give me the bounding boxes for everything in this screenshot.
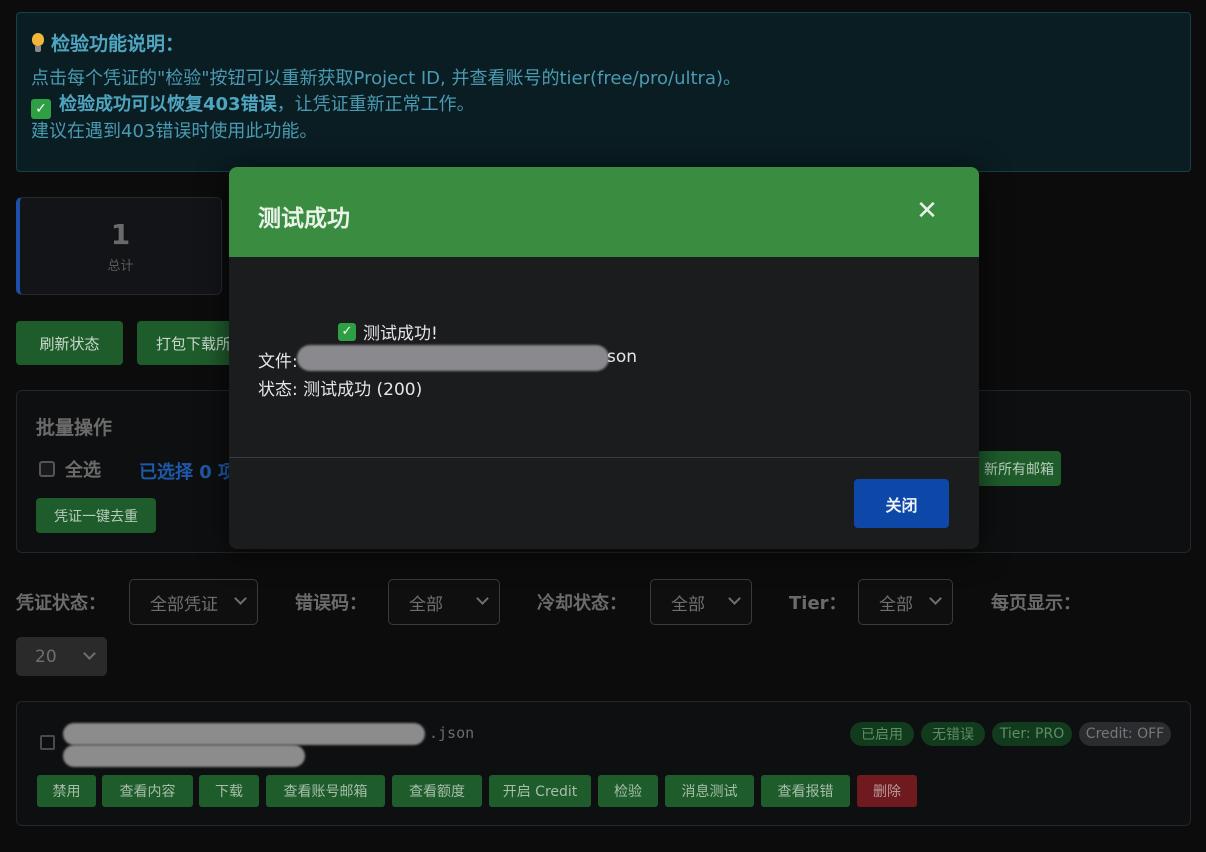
modal-header: 测试成功 ✕ [229,167,979,257]
success-message-text: 测试成功! [363,324,438,344]
redacted-file-path [297,345,609,371]
test-result-modal: 测试成功 ✕ ✓ 测试成功! 文件: son 状态: 测试成功 (200) 关闭 [229,167,979,549]
modal-title: 测试成功 [258,206,350,232]
close-icon[interactable]: ✕ [915,198,939,224]
close-button[interactable]: 关闭 [854,479,949,528]
file-name-tail: son [607,347,638,367]
file-prefix: 文件: [258,352,298,372]
check-icon: ✓ [338,322,356,341]
success-message: ✓ 测试成功! [338,319,438,344]
status-line: 状态: 测试成功 (200) [258,380,423,400]
modal-body: ✓ 测试成功! 文件: son 状态: 测试成功 (200) [229,257,979,458]
